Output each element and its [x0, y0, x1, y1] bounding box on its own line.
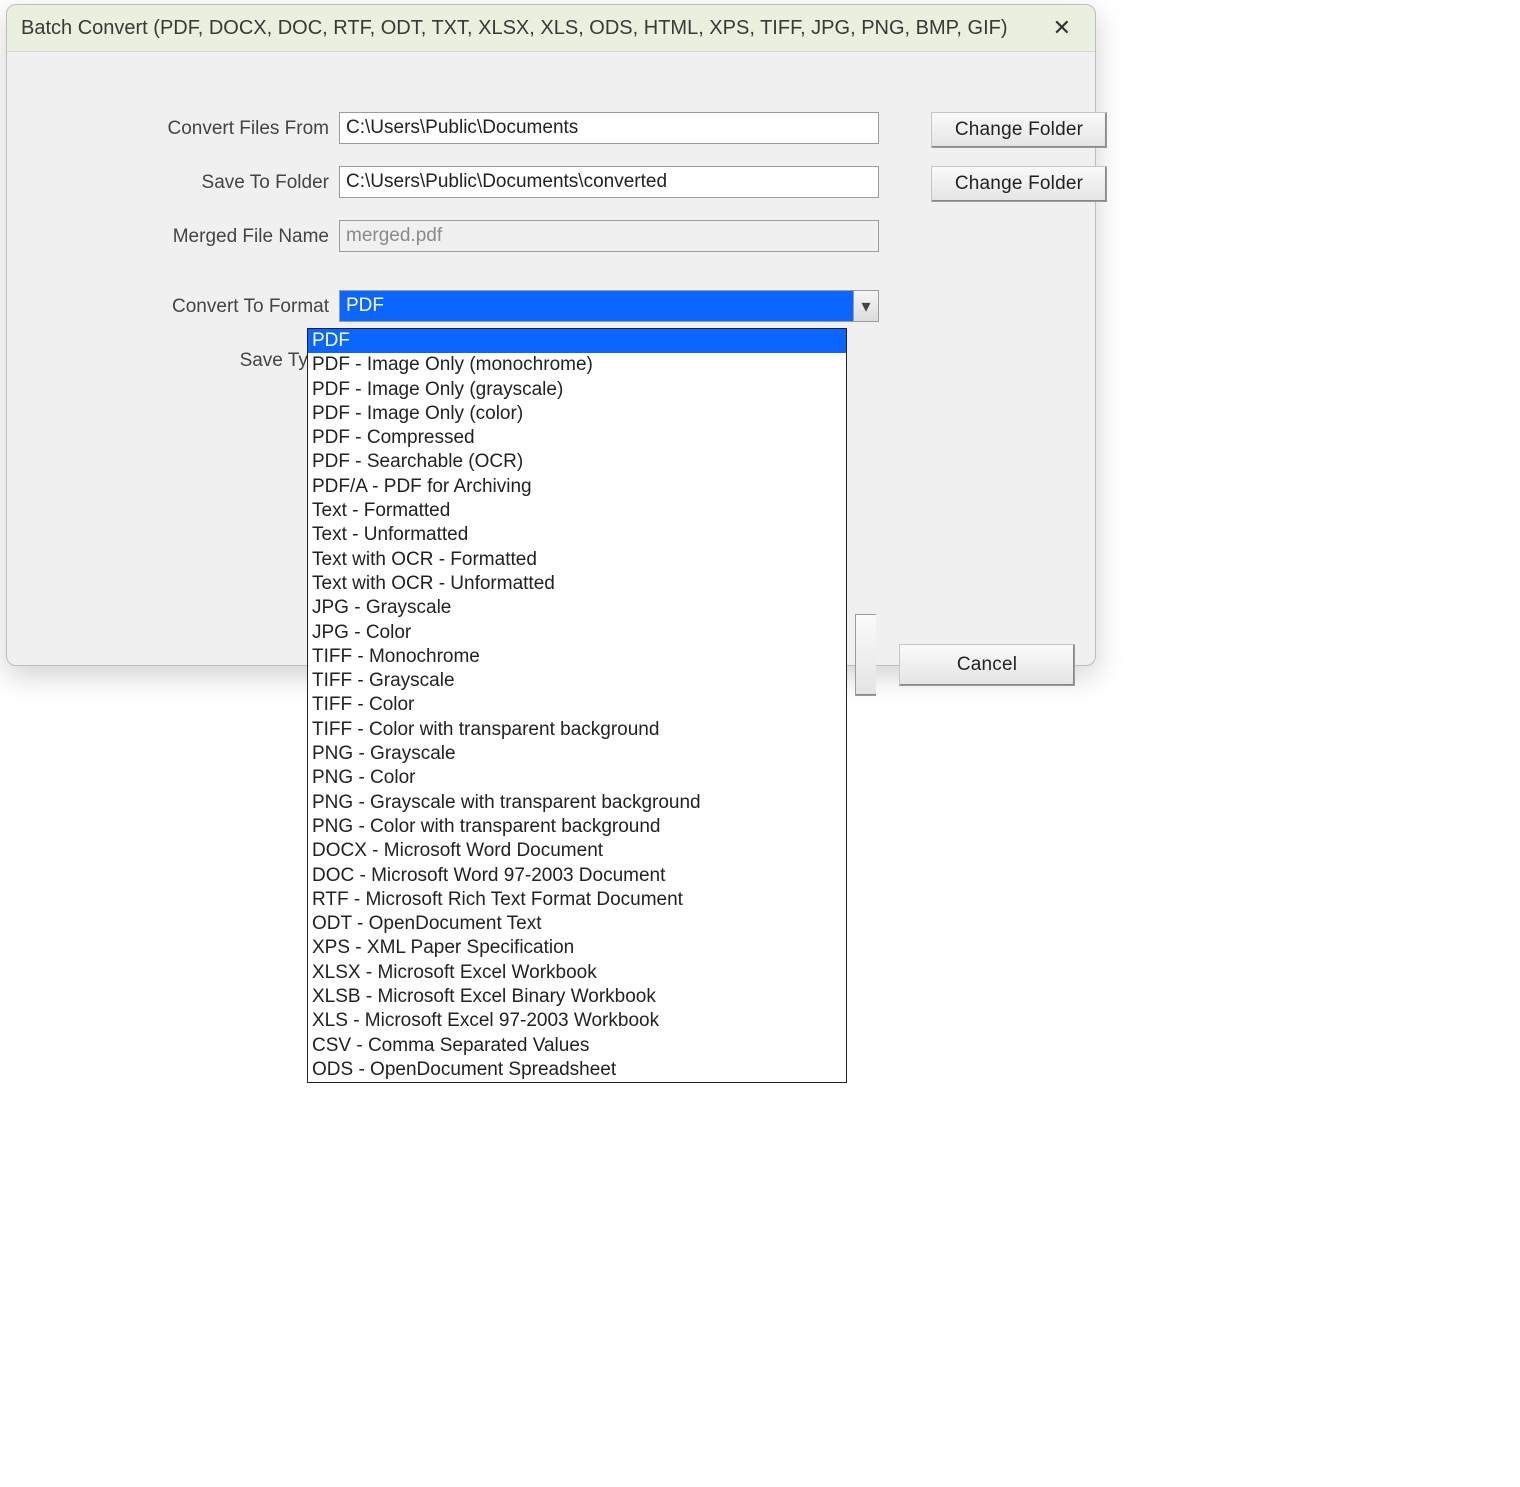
- format-option[interactable]: JPG - Color: [308, 621, 846, 645]
- format-option[interactable]: DOC - Microsoft Word 97-2003 Document: [308, 864, 846, 888]
- format-option[interactable]: XLSB - Microsoft Excel Binary Workbook: [308, 985, 846, 1009]
- format-option[interactable]: Text with OCR - Unformatted: [308, 572, 846, 596]
- next-button-edge[interactable]: [855, 614, 876, 696]
- format-option[interactable]: CSV - Comma Separated Values: [308, 1034, 846, 1058]
- row-save-to: Save To Folder C:\Users\Public\Documents…: [39, 166, 1063, 206]
- format-option[interactable]: XLSX - Microsoft Excel Workbook: [308, 961, 846, 985]
- input-convert-from[interactable]: C:\Users\Public\Documents: [339, 112, 879, 144]
- row-merged-name: Merged File Name merged.pdf: [39, 220, 1063, 260]
- format-option[interactable]: Text - Unformatted: [308, 523, 846, 547]
- label-save-to: Save To Folder: [59, 172, 329, 194]
- change-folder-from-button[interactable]: Change Folder: [931, 112, 1107, 148]
- format-option[interactable]: PNG - Color: [308, 766, 846, 790]
- input-save-to[interactable]: C:\Users\Public\Documents\converted: [339, 166, 879, 198]
- titlebar: Batch Convert (PDF, DOCX, DOC, RTF, ODT,…: [7, 5, 1095, 52]
- combo-convert-format[interactable]: PDF ▾: [339, 290, 879, 322]
- format-option[interactable]: PNG - Grayscale with transparent backgro…: [308, 791, 846, 815]
- format-option[interactable]: PDF - Image Only (grayscale): [308, 378, 846, 402]
- format-option[interactable]: PDF: [308, 329, 846, 353]
- format-option[interactable]: DOCX - Microsoft Word Document: [308, 839, 846, 863]
- format-option[interactable]: TIFF - Color: [308, 693, 846, 717]
- format-option[interactable]: RTF - Microsoft Rich Text Format Documen…: [308, 888, 846, 912]
- format-option[interactable]: PDF/A - PDF for Archiving: [308, 475, 846, 499]
- format-option[interactable]: TIFF - Monochrome: [308, 645, 846, 669]
- window-title: Batch Convert (PDF, DOCX, DOC, RTF, ODT,…: [21, 17, 1008, 40]
- format-option[interactable]: PDF - Image Only (monochrome): [308, 353, 846, 377]
- format-option[interactable]: PNG - Grayscale: [308, 742, 846, 766]
- label-save-type: Save Type: [59, 350, 329, 372]
- format-option[interactable]: XPS - XML Paper Specification: [308, 936, 846, 960]
- format-option[interactable]: PDF - Searchable (OCR): [308, 450, 846, 474]
- row-convert-from: Convert Files From C:\Users\Public\Docum…: [39, 112, 1063, 152]
- format-option[interactable]: Text with OCR - Formatted: [308, 548, 846, 572]
- format-dropdown-list[interactable]: PDFPDF - Image Only (monochrome)PDF - Im…: [307, 328, 847, 1083]
- format-option[interactable]: ODS - OpenDocument Spreadsheet: [308, 1058, 846, 1082]
- format-option[interactable]: PNG - Color with transparent background: [308, 815, 846, 839]
- format-option[interactable]: JPG - Grayscale: [308, 596, 846, 620]
- format-option[interactable]: TIFF - Color with transparent background: [308, 718, 846, 742]
- label-convert-from: Convert Files From: [59, 118, 329, 140]
- close-icon[interactable]: ✕: [1053, 15, 1071, 41]
- format-option[interactable]: Text - Formatted: [308, 499, 846, 523]
- row-convert-format: Convert To Format PDF ▾: [39, 290, 1063, 330]
- combo-selected-value: PDF: [340, 291, 853, 321]
- format-option[interactable]: PDF - Compressed: [308, 426, 846, 450]
- chevron-down-icon[interactable]: ▾: [853, 291, 878, 321]
- format-option[interactable]: XLS - Microsoft Excel 97-2003 Workbook: [308, 1009, 846, 1033]
- cancel-button[interactable]: Cancel: [899, 644, 1075, 686]
- format-option[interactable]: PDF - Image Only (color): [308, 402, 846, 426]
- change-folder-to-button[interactable]: Change Folder: [931, 166, 1107, 202]
- label-convert-format: Convert To Format: [59, 296, 329, 318]
- format-option[interactable]: ODT - OpenDocument Text: [308, 912, 846, 936]
- input-merged-name: merged.pdf: [339, 220, 879, 252]
- label-merged-name: Merged File Name: [59, 226, 329, 248]
- format-option[interactable]: TIFF - Grayscale: [308, 669, 846, 693]
